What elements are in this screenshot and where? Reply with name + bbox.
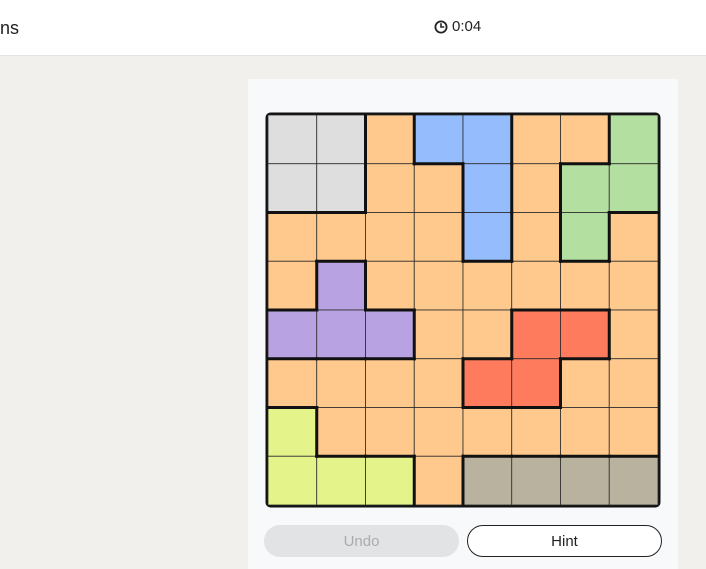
cell-orange-r3c0[interactable]: [267, 260, 318, 311]
cell-orange-r2c2[interactable]: [365, 212, 415, 262]
cell-orange-r6c6[interactable]: [560, 407, 610, 457]
cell-green-r2c6[interactable]: [560, 212, 610, 262]
cell-orange-r3c3[interactable]: [413, 260, 464, 311]
cell-orange-r3c4[interactable]: [462, 260, 513, 311]
cell-orange-r1c2[interactable]: [365, 163, 415, 213]
cell-purple-r4c1[interactable]: [316, 309, 366, 360]
cell-green-r1c6[interactable]: [560, 163, 610, 213]
board-grid: [265, 112, 661, 508]
cell-purple-r4c2[interactable]: [365, 309, 415, 360]
cell-orange-r5c3[interactable]: [413, 358, 464, 408]
cell-orange-r2c7[interactable]: [608, 212, 659, 262]
cell-red-r4c6[interactable]: [560, 309, 610, 360]
cell-orange-r6c4[interactable]: [462, 407, 513, 457]
cell-orange-r5c1[interactable]: [316, 358, 366, 408]
cell-purple-r4c0[interactable]: [267, 309, 318, 360]
cell-orange-r2c1[interactable]: [316, 212, 366, 262]
app-title: ns: [0, 18, 20, 38]
cell-orange-r3c7[interactable]: [608, 260, 659, 311]
cell-orange-r6c3[interactable]: [413, 407, 464, 457]
cell-orange-r1c5[interactable]: [511, 163, 561, 213]
cell-tan-r7c7[interactable]: [608, 455, 659, 506]
cell-orange-r4c4[interactable]: [462, 309, 513, 360]
cell-red-r5c4[interactable]: [462, 358, 513, 408]
cell-orange-r2c0[interactable]: [267, 212, 318, 262]
clock-icon: [434, 20, 448, 34]
timer: 0:04: [434, 18, 481, 35]
cell-gray-r1c1[interactable]: [316, 163, 366, 213]
top-bar: ns 0:04: [0, 0, 706, 56]
cell-tan-r7c5[interactable]: [511, 455, 561, 506]
cell-blue-r0c4[interactable]: [462, 114, 513, 165]
cell-orange-r0c6[interactable]: [560, 114, 610, 165]
cell-orange-r6c5[interactable]: [511, 407, 561, 457]
cell-blue-r1c4[interactable]: [462, 163, 513, 213]
cell-orange-r0c5[interactable]: [511, 114, 561, 165]
cell-orange-r3c6[interactable]: [560, 260, 610, 311]
cell-blue-r0c3[interactable]: [413, 114, 464, 165]
cell-orange-r5c2[interactable]: [365, 358, 415, 408]
undo-button[interactable]: Undo: [264, 525, 459, 557]
cell-green-r0c7[interactable]: [608, 114, 659, 165]
cell-orange-r3c2[interactable]: [365, 260, 415, 311]
cell-gray-r0c0[interactable]: [267, 114, 318, 165]
cell-yellow-r6c0[interactable]: [267, 407, 318, 457]
cell-gray-r0c1[interactable]: [316, 114, 366, 165]
cell-orange-r0c2[interactable]: [365, 114, 415, 165]
timer-value: 0:04: [452, 18, 482, 35]
cell-yellow-r7c2[interactable]: [365, 455, 415, 506]
cell-yellow-r7c1[interactable]: [316, 455, 366, 506]
cell-orange-r5c7[interactable]: [608, 358, 659, 408]
cell-orange-r2c5[interactable]: [511, 212, 561, 262]
cell-orange-r4c3[interactable]: [413, 309, 464, 360]
cell-orange-r5c0[interactable]: [267, 358, 318, 408]
hint-button[interactable]: Hint: [467, 525, 662, 557]
cell-orange-r6c2[interactable]: [365, 407, 415, 457]
cell-red-r4c5[interactable]: [511, 309, 561, 360]
cell-orange-r4c7[interactable]: [608, 309, 659, 360]
cell-green-r1c7[interactable]: [608, 163, 659, 213]
cell-orange-r5c6[interactable]: [560, 358, 610, 408]
puzzle-board: [264, 111, 662, 509]
cell-orange-r2c3[interactable]: [413, 212, 464, 262]
cell-tan-r7c4[interactable]: [462, 455, 513, 506]
cell-orange-r6c1[interactable]: [316, 407, 366, 457]
cell-blue-r2c4[interactable]: [462, 212, 513, 262]
cell-yellow-r7c0[interactable]: [267, 455, 318, 506]
cell-orange-r1c3[interactable]: [413, 163, 464, 213]
cell-orange-r6c7[interactable]: [608, 407, 659, 457]
cell-tan-r7c6[interactable]: [560, 455, 610, 506]
cell-red-r5c5[interactable]: [511, 358, 561, 408]
cell-orange-r3c5[interactable]: [511, 260, 561, 311]
cell-purple-r3c1[interactable]: [316, 260, 366, 311]
cell-orange-r7c3[interactable]: [413, 455, 464, 506]
cell-gray-r1c0[interactable]: [267, 163, 318, 213]
